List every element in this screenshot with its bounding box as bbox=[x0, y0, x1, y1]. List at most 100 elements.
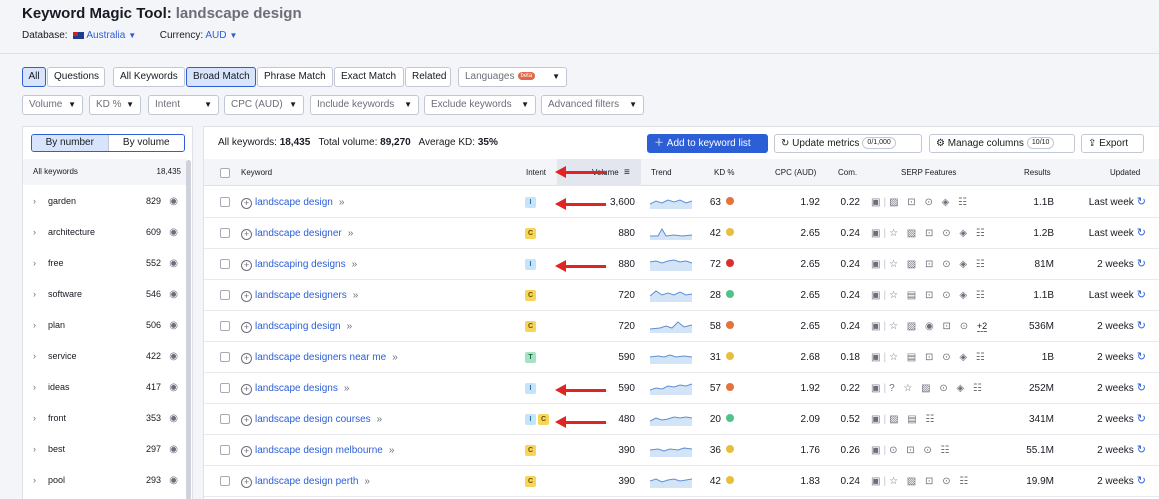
col-updated[interactable]: Updated bbox=[1110, 159, 1140, 186]
refresh-icon[interactable]: ↻ bbox=[1137, 351, 1146, 363]
sidebar-group-item[interactable]: › plan 506 ◉ bbox=[23, 310, 186, 341]
keyword-link[interactable]: + landscaping design » bbox=[241, 311, 352, 342]
chevron-right-icon[interactable]: › bbox=[33, 465, 36, 496]
sidebar-group-item[interactable]: › software 546 ◉ bbox=[23, 279, 186, 310]
sidebar-group-item[interactable]: › front 353 ◉ bbox=[23, 403, 186, 434]
sort-icon[interactable]: ≡ bbox=[624, 159, 630, 186]
keyword-text[interactable]: landscape designer bbox=[255, 228, 342, 239]
double-chevron-icon[interactable]: » bbox=[348, 228, 354, 239]
table-row[interactable]: + landscape design» I 3,600 63 1.92 0.22 ▣|▨ ⊡ … bbox=[204, 187, 1159, 218]
eye-icon[interactable]: ◉ bbox=[169, 186, 178, 217]
keyword-text[interactable]: landscaping designs bbox=[255, 259, 346, 270]
keyword-text[interactable]: landscape design melbourne bbox=[255, 445, 383, 456]
table-row[interactable]: + landscape design melbourne » C 390 36 1.76 0.… bbox=[204, 435, 1159, 466]
database-select[interactable]: Australia bbox=[86, 30, 125, 41]
col-keyword[interactable]: Keyword bbox=[241, 159, 272, 186]
double-chevron-icon[interactable]: » bbox=[344, 383, 350, 394]
serp-more-link[interactable]: +2 bbox=[976, 321, 988, 332]
col-cpc[interactable]: CPC (AUD) bbox=[775, 159, 816, 186]
sidebar-group-item[interactable]: › garden 829 ◉ bbox=[23, 186, 186, 217]
tab-questions[interactable]: Questions bbox=[47, 67, 105, 87]
row-checkbox[interactable] bbox=[220, 228, 230, 238]
double-chevron-icon[interactable]: » bbox=[389, 445, 395, 456]
chevron-right-icon[interactable]: › bbox=[33, 279, 36, 310]
keyword-link[interactable]: + landscape design perth » bbox=[241, 466, 370, 497]
keyword-text[interactable]: landscape designers near me bbox=[255, 352, 386, 363]
keyword-link[interactable]: + landscape design » bbox=[241, 187, 344, 218]
keyword-text[interactable]: landscape design courses bbox=[255, 414, 371, 425]
chevron-right-icon[interactable]: › bbox=[33, 248, 36, 279]
chevron-right-icon[interactable]: › bbox=[33, 186, 36, 217]
add-keyword-icon[interactable]: + bbox=[241, 477, 252, 488]
languages-dropdown[interactable]: Languages beta ▼ bbox=[458, 67, 567, 87]
double-chevron-icon[interactable]: » bbox=[392, 352, 398, 363]
update-metrics-button[interactable]: ↻ Update metrics 0/1,000 bbox=[774, 134, 922, 153]
row-checkbox[interactable] bbox=[220, 197, 230, 207]
refresh-icon[interactable]: ↻ bbox=[1137, 196, 1146, 208]
table-row[interactable]: + landscape designer » C 880 42 2.65 0.24 ▣|☆ ▨ … bbox=[204, 218, 1159, 249]
eye-icon[interactable]: ◉ bbox=[169, 434, 178, 465]
keyword-link[interactable]: + landscape design courses » bbox=[241, 404, 382, 435]
tab-exact-match[interactable]: Exact Match bbox=[334, 67, 404, 87]
table-row[interactable]: + landscape design perth » C 390 42 1.83 0.24 ▣|… bbox=[204, 466, 1159, 497]
eye-icon[interactable]: ◉ bbox=[169, 248, 178, 279]
double-chevron-icon[interactable]: » bbox=[347, 321, 353, 332]
double-chevron-icon[interactable]: » bbox=[353, 290, 359, 301]
select-all-checkbox[interactable] bbox=[220, 168, 230, 178]
tab-all[interactable]: All bbox=[22, 67, 46, 87]
intent-filter[interactable]: Intent ▼ bbox=[148, 95, 219, 115]
refresh-icon[interactable]: ↻ bbox=[1137, 413, 1146, 425]
add-to-keyword-list-button[interactable]: ＋ Add to keyword list bbox=[647, 134, 768, 153]
col-kd[interactable]: KD % bbox=[714, 159, 734, 186]
row-checkbox[interactable] bbox=[220, 476, 230, 486]
row-checkbox[interactable] bbox=[220, 414, 230, 424]
refresh-icon[interactable]: ↻ bbox=[1137, 258, 1146, 270]
volume-filter[interactable]: Volume ▼ bbox=[22, 95, 83, 115]
eye-icon[interactable]: ◉ bbox=[169, 310, 178, 341]
double-chevron-icon[interactable]: » bbox=[364, 476, 370, 487]
tab-phrase-match[interactable]: Phrase Match bbox=[257, 67, 333, 87]
manage-columns-button[interactable]: ⚙ Manage columns 10/10 bbox=[929, 134, 1075, 153]
keyword-link[interactable]: + landscaping designs » bbox=[241, 249, 357, 280]
eye-icon[interactable]: ◉ bbox=[169, 372, 178, 403]
row-checkbox[interactable] bbox=[220, 259, 230, 269]
table-row[interactable]: + landscape designers » C 720 28 2.65 0.24 ▣|☆ ▤… bbox=[204, 280, 1159, 311]
add-keyword-icon[interactable]: + bbox=[241, 353, 252, 364]
table-row[interactable]: + landscaping design » C 720 58 2.65 0.24 ▣|☆ ▨ … bbox=[204, 311, 1159, 342]
refresh-icon[interactable]: ↻ bbox=[1137, 227, 1146, 239]
col-intent[interactable]: Intent bbox=[526, 159, 546, 186]
add-keyword-icon[interactable]: + bbox=[241, 229, 252, 240]
eye-icon[interactable]: ◉ bbox=[169, 217, 178, 248]
refresh-icon[interactable]: ↻ bbox=[1137, 444, 1146, 456]
table-row[interactable]: + landscape designs» I 590 57 1.92 0.22 ▣|? ☆ ▨… bbox=[204, 373, 1159, 404]
eye-icon[interactable]: ◉ bbox=[169, 279, 178, 310]
add-keyword-icon[interactable]: + bbox=[241, 384, 252, 395]
add-keyword-icon[interactable]: + bbox=[241, 446, 252, 457]
table-row[interactable]: + landscape designers near me » T 590 31 2.68 0… bbox=[204, 342, 1159, 373]
by-number-toggle[interactable]: By number bbox=[32, 135, 108, 151]
keyword-link[interactable]: + landscape designers near me » bbox=[241, 342, 398, 373]
keyword-text[interactable]: landscape design perth bbox=[255, 476, 358, 487]
chevron-down-icon[interactable]: ▼ bbox=[128, 31, 136, 40]
sidebar-scrollbar[interactable] bbox=[186, 160, 191, 499]
add-keyword-icon[interactable]: + bbox=[241, 260, 252, 271]
row-checkbox[interactable] bbox=[220, 383, 230, 393]
refresh-icon[interactable]: ↻ bbox=[1137, 475, 1146, 487]
add-keyword-icon[interactable]: + bbox=[241, 415, 252, 426]
sidebar-group-item[interactable]: › best 297 ◉ bbox=[23, 434, 186, 465]
chevron-right-icon[interactable]: › bbox=[33, 217, 36, 248]
double-chevron-icon[interactable]: » bbox=[339, 197, 345, 208]
chevron-right-icon[interactable]: › bbox=[33, 434, 36, 465]
row-checkbox[interactable] bbox=[220, 445, 230, 455]
add-keyword-icon[interactable]: + bbox=[241, 322, 252, 333]
by-volume-toggle[interactable]: By volume bbox=[107, 135, 184, 151]
keyword-text[interactable]: landscaping design bbox=[255, 321, 341, 332]
sidebar-group-item[interactable]: › architecture 609 ◉ bbox=[23, 217, 186, 248]
chevron-right-icon[interactable]: › bbox=[33, 372, 36, 403]
double-chevron-icon[interactable]: » bbox=[352, 259, 358, 270]
chevron-right-icon[interactable]: › bbox=[33, 341, 36, 372]
chevron-down-icon[interactable]: ▼ bbox=[229, 31, 237, 40]
refresh-icon[interactable]: ↻ bbox=[1137, 289, 1146, 301]
chevron-right-icon[interactable]: › bbox=[33, 403, 36, 434]
add-keyword-icon[interactable]: + bbox=[241, 198, 252, 209]
